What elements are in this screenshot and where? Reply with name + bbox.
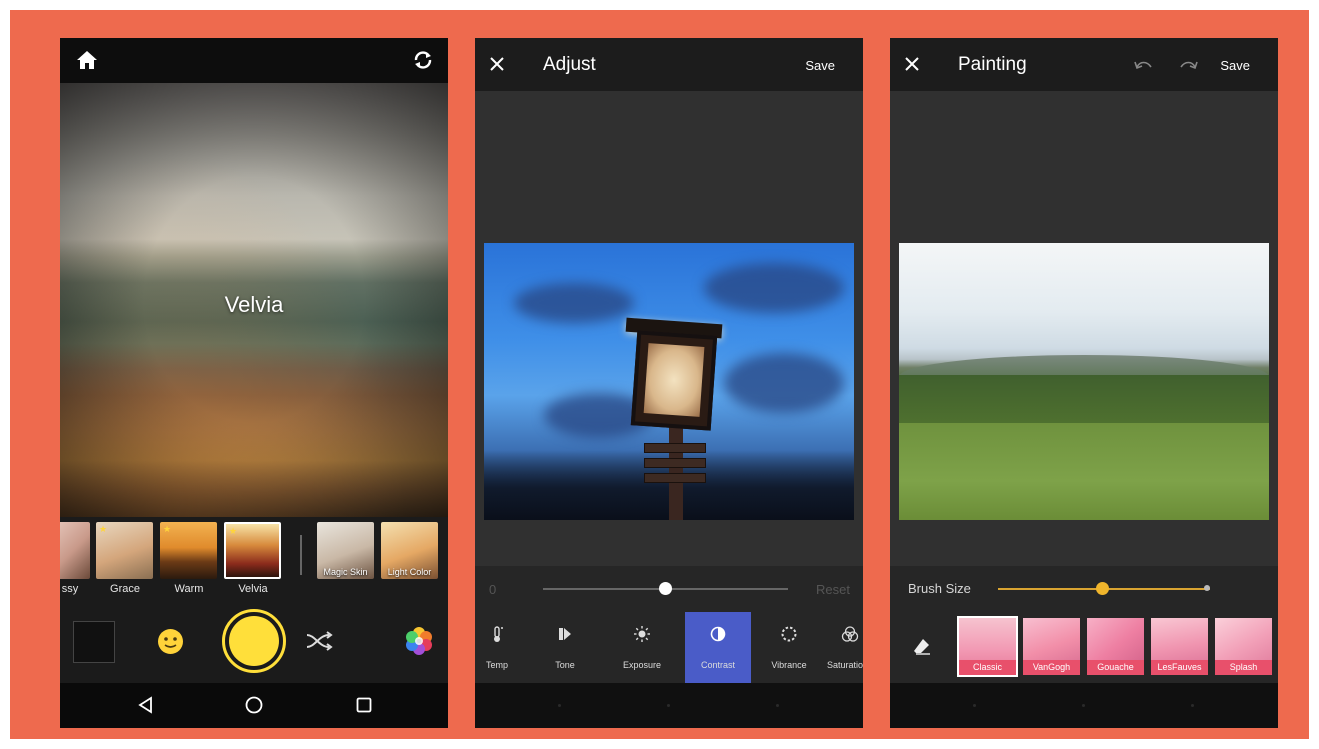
home-circle-icon[interactable]: [244, 695, 264, 715]
tool-vibrance[interactable]: Vibrance: [761, 612, 817, 683]
background-frame: Velvia ssy ★ Grace ★ Warm ★ Velvia Magic…: [10, 10, 1309, 739]
star-icon: ★: [163, 524, 172, 534]
filter-thumb-ssy[interactable]: [60, 522, 90, 579]
saturation-icon: [841, 626, 859, 642]
current-filter-label: Velvia: [224, 292, 284, 317]
filter-name: Grace: [110, 583, 140, 595]
filter-thumb-magic-skin[interactable]: Magic Skin: [317, 522, 374, 579]
style-splash[interactable]: Splash: [1215, 618, 1272, 675]
painting-top-bar: Painting Save: [890, 38, 1278, 91]
redo-icon[interactable]: [1179, 58, 1199, 72]
filter-name: ssy: [61, 583, 79, 595]
adjust-slider-row: 0 Reset: [475, 566, 863, 612]
tool-temp[interactable]: Temp: [475, 612, 519, 683]
adjust-slider-knob[interactable]: [659, 582, 672, 595]
refresh-icon[interactable]: [412, 49, 434, 71]
reset-button[interactable]: Reset: [816, 582, 850, 597]
eraser-icon[interactable]: [912, 636, 932, 656]
filter-name: Magic Skin: [323, 567, 368, 577]
camera-controls: [60, 599, 448, 683]
tone-icon: [559, 628, 571, 640]
edited-photo[interactable]: [899, 243, 1269, 520]
filter-strip[interactable]: ssy ★ Grace ★ Warm ★ Velvia Magic Skin L…: [60, 517, 448, 599]
close-icon[interactable]: [904, 56, 920, 72]
flower-icon[interactable]: [404, 626, 434, 656]
close-icon[interactable]: [489, 56, 505, 72]
thermometer-icon: [494, 626, 503, 642]
contrast-icon: [710, 626, 726, 642]
filter-thumb-grace[interactable]: ★: [96, 522, 153, 579]
save-button[interactable]: Save: [805, 58, 835, 73]
tool-saturation[interactable]: Saturatio: [825, 612, 863, 683]
slider-min-label: 0: [489, 582, 497, 597]
style-name: Classic: [959, 660, 1016, 675]
style-name: Gouache: [1087, 660, 1144, 675]
adjust-tools: Temp Tone Exposure Contrast Vibrance Sat…: [475, 612, 863, 683]
style-classic[interactable]: Classic: [957, 616, 1018, 677]
undo-icon[interactable]: [1133, 58, 1153, 72]
edited-photo[interactable]: [484, 243, 854, 520]
tool-exposure[interactable]: Exposure: [611, 612, 673, 683]
filter-name: Warm: [174, 583, 204, 595]
filter-thumb-light-color[interactable]: Light Color: [381, 522, 438, 579]
home-icon[interactable]: [76, 50, 98, 70]
tool-label: Exposure: [622, 660, 662, 670]
filter-name: Light Color: [387, 567, 432, 577]
style-name: LesFauves: [1151, 660, 1208, 675]
android-navbar: [475, 683, 863, 728]
page-title: Adjust: [543, 54, 596, 75]
shutter-button[interactable]: [222, 609, 286, 673]
recents-icon[interactable]: [354, 695, 374, 715]
camera-top-bar: [60, 38, 448, 83]
painting-screen: Painting Save Brush Size Classic VanGogh…: [890, 38, 1278, 728]
brush-size-knob[interactable]: [1096, 582, 1109, 595]
tool-label: Temp: [485, 660, 508, 670]
back-icon[interactable]: [136, 695, 156, 715]
brush-size-end: [1204, 585, 1210, 591]
painting-canvas: [890, 91, 1278, 566]
style-name: VanGogh: [1023, 660, 1080, 675]
style-lesfauves[interactable]: LesFauves: [1151, 618, 1208, 675]
filter-thumb-velvia[interactable]: ★: [224, 522, 281, 579]
sun-icon: [634, 626, 650, 642]
adjust-screen: Adjust Save 0 Reset Temp Tone Exposure C…: [475, 38, 863, 728]
vibrance-icon: [781, 626, 797, 642]
tool-contrast[interactable]: Contrast: [685, 612, 751, 683]
camera-screen: Velvia ssy ★ Grace ★ Warm ★ Velvia Magic…: [60, 38, 448, 728]
painting-styles: Classic VanGogh Gouache LesFauves Splash: [890, 612, 1278, 683]
filter-thumb-warm[interactable]: ★: [160, 522, 217, 579]
android-navbar: [890, 683, 1278, 728]
adjust-top-bar: Adjust Save: [475, 38, 863, 91]
filter-name: Velvia: [238, 583, 268, 595]
tool-label: Vibrance: [771, 660, 807, 670]
brush-size-label: Brush Size: [908, 581, 971, 596]
save-button[interactable]: Save: [1220, 58, 1250, 73]
face-icon[interactable]: [157, 628, 184, 655]
tool-label: Contrast: [700, 660, 735, 670]
shuffle-icon[interactable]: [305, 630, 333, 652]
strip-divider: [300, 535, 302, 575]
gallery-thumbnail[interactable]: [73, 621, 115, 663]
page-title: Painting: [958, 54, 1027, 75]
star-icon: ★: [99, 524, 108, 534]
star-icon: ★: [229, 526, 238, 536]
android-navbar: [60, 683, 448, 728]
tool-label: Saturatio: [827, 660, 863, 670]
style-gouache[interactable]: Gouache: [1087, 618, 1144, 675]
tool-tone[interactable]: Tone: [543, 612, 587, 683]
style-vangogh[interactable]: VanGogh: [1023, 618, 1080, 675]
adjust-canvas: [475, 91, 863, 566]
tool-label: Tone: [555, 660, 575, 670]
style-name: Splash: [1215, 660, 1272, 675]
brush-size-row: Brush Size: [890, 566, 1278, 612]
